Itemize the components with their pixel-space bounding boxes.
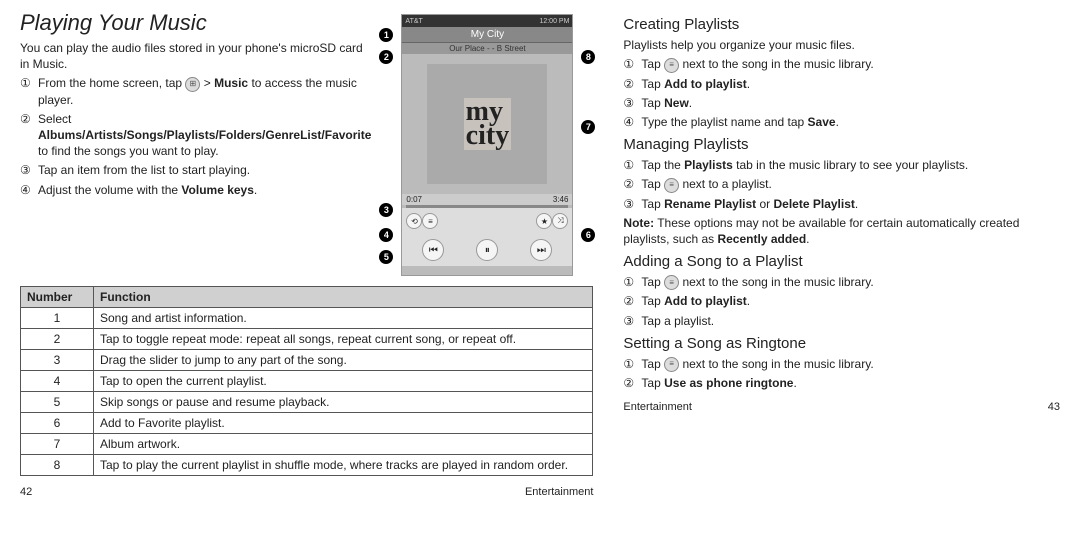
album-artwork: mycity [427,64,547,184]
section-heading: Creating Playlists [623,16,1060,33]
instruction-step: ②Tap Use as phone ringtone. [623,375,1060,391]
table-row: 3Drag the slider to jump to any part of … [21,350,593,371]
instruction-step: ①Tap ≡ next to the song in the music lib… [623,56,1060,72]
progress-times: 0:07 3:46 [402,194,572,205]
instruction-step: ④Type the playlist name and tap Save. [623,114,1060,130]
menu-icon: ≡ [664,275,679,290]
instruction-step: ②Tap ≡ next to a playlist. [623,176,1060,192]
callout-2: 2 [379,50,393,64]
table-row: 2Tap to toggle repeat mode: repeat all s… [21,329,593,350]
repeat-button[interactable]: ⟲ [406,213,422,229]
song-title-bar: My City [402,27,572,43]
instruction-step: ③Tap a playlist. [623,313,1060,329]
instruction-step: ①Tap ≡ next to the song in the music lib… [623,356,1060,372]
phone-screenshot: AT&T12:00 PM My City Our Place - - B Str… [401,14,573,276]
playlist-button[interactable]: ≡ [422,213,438,229]
section-heading: Managing Playlists [623,136,1060,153]
section-heading: Setting a Song as Ringtone [623,335,1060,352]
table-row: 8Tap to play the current playlist in shu… [21,455,593,476]
callout-5: 5 [379,250,393,264]
instruction-step: ③Tap New. [623,95,1060,111]
prev-button[interactable]: ⏮ [422,239,444,261]
instruction-step: ①Tap ≡ next to the song in the music lib… [623,274,1060,290]
step-3: ③ Tap an item from the list to start pla… [20,162,371,178]
table-row: 7Album artwork. [21,434,593,455]
status-bar: AT&T12:00 PM [402,15,572,27]
controls-row-1: ⟲ ≡ ★ ⤨ [402,208,572,234]
menu-icon: ≡ [664,58,679,73]
shuffle-button[interactable]: ⤨ [552,213,568,229]
page-right: Creating Playlists Playlists help you org… [623,10,1060,498]
instruction-step: ③Tap Rename Playlist or Delete Playlist. [623,196,1060,212]
step-2: ② Select Albums/Artists/Songs/Playlists/… [20,111,371,160]
controls-row-2: ⏮ ⏸ ⏭ [402,234,572,266]
next-button[interactable]: ⏭ [530,239,552,261]
table-row: 1Song and artist information. [21,308,593,329]
callout-3: 3 [379,203,393,217]
instruction-step: ①Tap the Playlists tab in the music libr… [623,157,1060,173]
note: Note: These options may not be available… [623,215,1060,247]
function-table: NumberFunction 1Song and artist informat… [20,286,593,476]
table-row: 4Tap to open the current playlist. [21,371,593,392]
callout-1: 1 [379,28,393,42]
menu-icon: ≡ [664,178,679,193]
menu-icon: ≡ [664,357,679,372]
table-row: 6Add to Favorite playlist. [21,413,593,434]
instruction-step: ②Tap Add to playlist. [623,293,1060,309]
callout-7: 7 [581,120,595,134]
section-intro: Playlists help you organize your music f… [623,37,1060,53]
section-heading: Adding a Song to a Playlist [623,253,1060,270]
intro-text: You can play the audio files stored in y… [20,40,371,72]
page-title: Playing Your Music [20,10,371,36]
page-footer-right: Entertainment 43 [623,401,1060,413]
song-subtitle: Our Place - - B Street [402,43,572,54]
table-row: 5Skip songs or pause and resume playback… [21,392,593,413]
instruction-step: ②Tap Add to playlist. [623,76,1060,92]
callout-4: 4 [379,228,393,242]
apps-icon: ⊞ [185,77,200,92]
page-left: Playing Your Music You can play the audi… [20,10,593,498]
step-4: ④ Adjust the volume with the Volume keys… [20,182,371,198]
step-1: ① From the home screen, tap ⊞ > Music to… [20,75,371,108]
callout-8: 8 [581,50,595,64]
page-footer-left: 42 Entertainment [20,486,593,498]
favorite-button[interactable]: ★ [536,213,552,229]
manual-spread: Playing Your Music You can play the audi… [20,10,1060,498]
callout-6: 6 [581,228,595,242]
pause-button[interactable]: ⏸ [476,239,498,261]
